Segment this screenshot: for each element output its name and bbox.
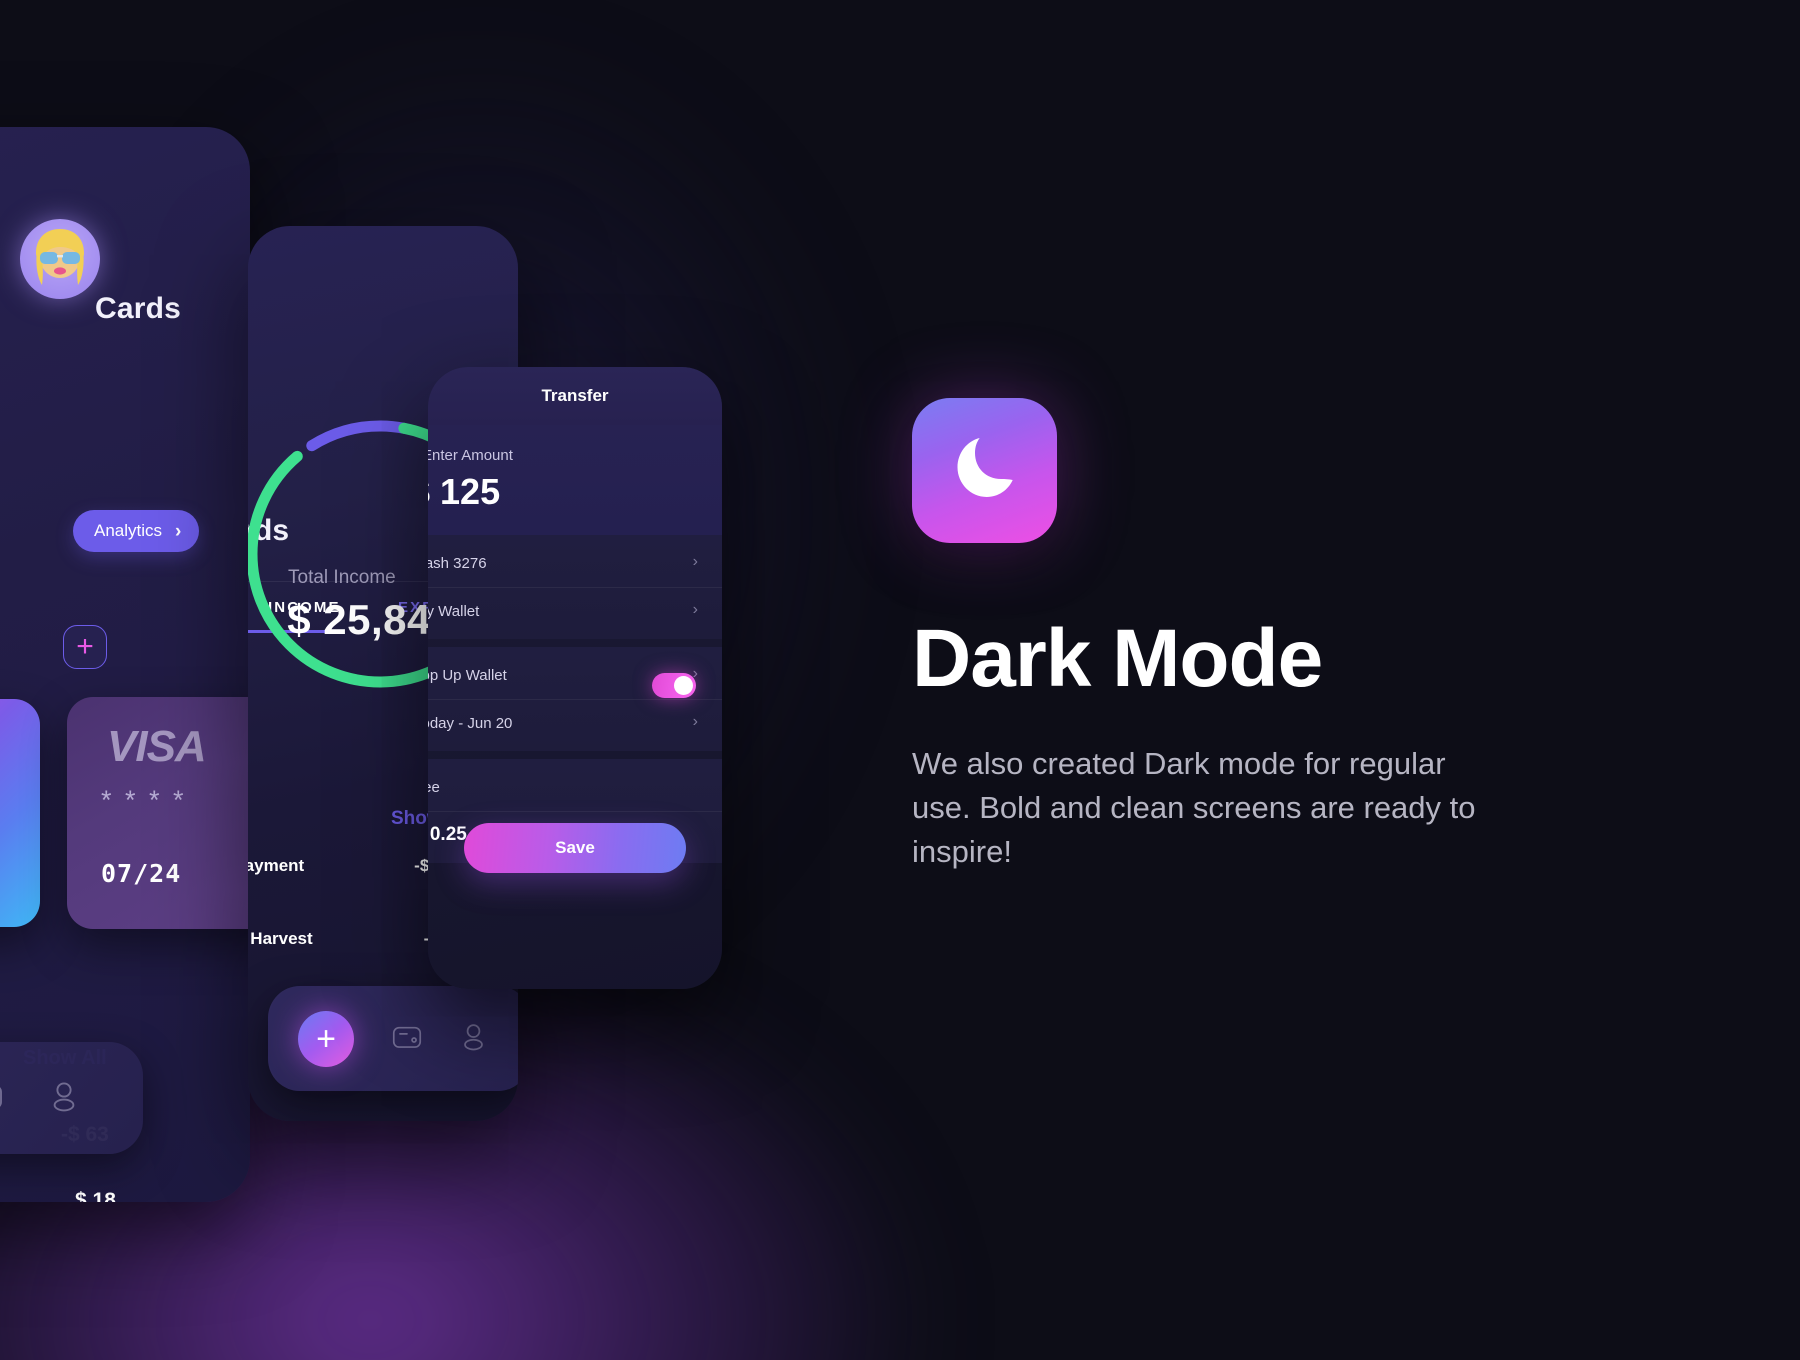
bottom-navigation-bar: + bbox=[268, 986, 518, 1091]
profile-icon[interactable] bbox=[49, 1080, 79, 1117]
wallet-icon[interactable] bbox=[392, 1023, 422, 1055]
phone-dashboard-screen: Cards Analytics › + **** 3276 Show CVV V… bbox=[0, 127, 250, 1202]
credit-card-secondary[interactable]: VISA * * * * 07/24 bbox=[67, 697, 250, 929]
page-title: Cards bbox=[95, 292, 182, 325]
avatar[interactable] bbox=[20, 219, 100, 299]
showcase-stage: Cards Analytics › + **** 3276 Show CVV V… bbox=[0, 0, 1800, 1360]
row-source-account[interactable]: Cash 3276 › bbox=[428, 541, 722, 589]
nav-add-button[interactable]: + bbox=[298, 1010, 354, 1067]
transaction-amount-2: $ 18 bbox=[75, 1189, 116, 1202]
fee-label: Fee bbox=[428, 779, 440, 796]
phone-transfer-screen: Transfer Enter Amount $ 125 Cash 3276 › … bbox=[428, 367, 722, 989]
transaction-name: Farm Harvest bbox=[248, 929, 313, 948]
hero-panel: Dark Mode We also created Dark mode for … bbox=[912, 398, 1672, 874]
row-label: Top Up Wallet bbox=[428, 667, 507, 684]
amount-label: Enter Amount bbox=[428, 447, 513, 464]
chevron-right-icon: › bbox=[692, 601, 698, 618]
chevron-right-icon: › bbox=[175, 520, 182, 542]
wallet-icon[interactable] bbox=[0, 1081, 3, 1116]
plus-icon: + bbox=[76, 630, 94, 663]
row-divider bbox=[428, 587, 722, 588]
visa-logo: VISA bbox=[107, 722, 207, 771]
row-divider bbox=[428, 811, 722, 812]
credit-card-primary[interactable]: **** 3276 Show CVV bbox=[0, 699, 40, 927]
row-fee: Fee bbox=[428, 765, 722, 813]
total-income-label: Total Income bbox=[288, 567, 396, 588]
fee-value: $ 0.25 bbox=[428, 824, 467, 845]
profile-icon[interactable] bbox=[460, 1022, 487, 1056]
bottom-navigation-bar: + bbox=[0, 1042, 143, 1154]
toggle-knob bbox=[674, 676, 693, 695]
row-date[interactable]: Today - Jun 20 › bbox=[428, 701, 722, 749]
avatar-illustration bbox=[36, 229, 84, 285]
fee-toggle[interactable] bbox=[652, 673, 696, 698]
save-button[interactable]: Save bbox=[464, 823, 686, 873]
amount-value: $ 125 bbox=[428, 471, 501, 512]
crescent-moon-glyph bbox=[957, 437, 1013, 497]
transfer-amount-field[interactable]: Enter Amount $ 125 bbox=[428, 425, 722, 535]
card-masked-number: * * * * bbox=[101, 785, 187, 815]
card-expiry: 07/24 bbox=[101, 859, 182, 888]
plus-icon: + bbox=[316, 1019, 336, 1058]
page-title: Dark Mode bbox=[912, 613, 1323, 704]
chevron-right-icon: › bbox=[692, 713, 698, 730]
hero-description: We also created Dark mode for regular us… bbox=[912, 746, 1476, 870]
row-label: My Wallet bbox=[428, 603, 480, 620]
analytics-button[interactable]: Analytics › bbox=[73, 510, 200, 552]
row-label: Today - Jun 20 bbox=[428, 715, 513, 732]
transaction-name: Loan Payment bbox=[248, 856, 305, 875]
card-number: **** 3276 bbox=[0, 801, 40, 831]
account-group: Cash 3276 › My Wallet › bbox=[428, 535, 722, 639]
row-divider bbox=[428, 699, 722, 700]
moon-icon bbox=[912, 398, 1057, 543]
row-destination-account[interactable]: My Wallet › bbox=[428, 589, 722, 637]
row-label: Cash 3276 bbox=[428, 555, 487, 572]
add-card-button[interactable]: + bbox=[63, 625, 107, 669]
purpose-group: Top Up Wallet › Today - Jun 20 › bbox=[428, 647, 722, 751]
transfer-title: Transfer bbox=[541, 386, 609, 405]
analytics-button-label: Analytics bbox=[94, 521, 163, 540]
chevron-right-icon: › bbox=[692, 553, 698, 570]
transfer-header: Transfer bbox=[428, 367, 722, 425]
